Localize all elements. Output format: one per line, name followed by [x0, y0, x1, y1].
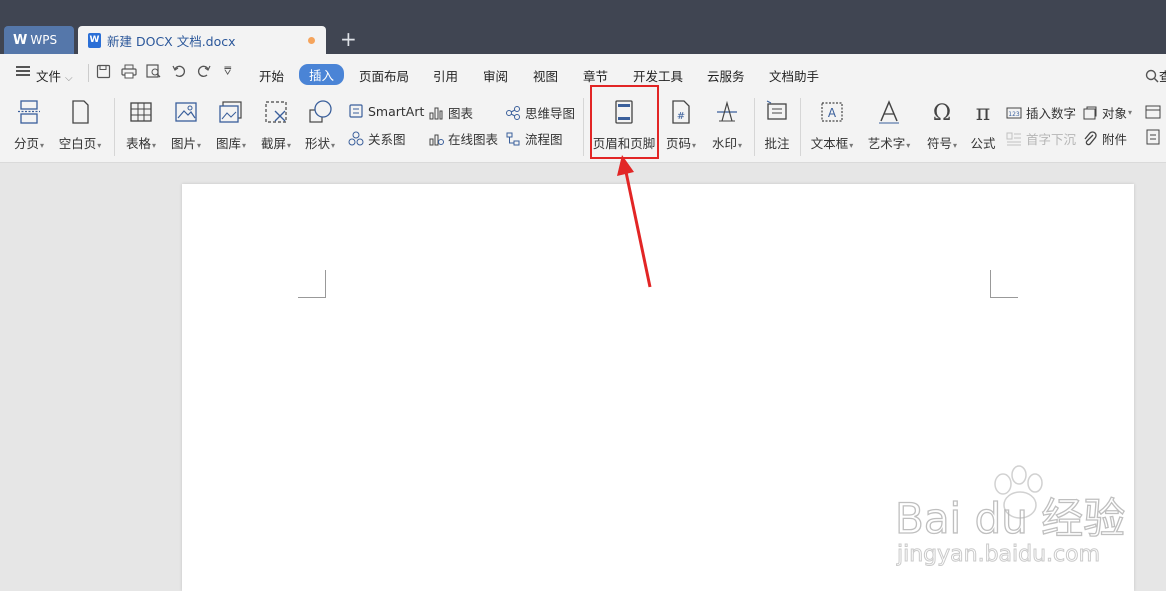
watermark-brand-text: Bai du 经验	[895, 494, 1125, 543]
watermark-url-text: jingyan.baidu.com	[896, 542, 1100, 567]
baidu-jingyan-watermark: Bai du 经验 jingyan.baidu.com	[895, 465, 1125, 568]
